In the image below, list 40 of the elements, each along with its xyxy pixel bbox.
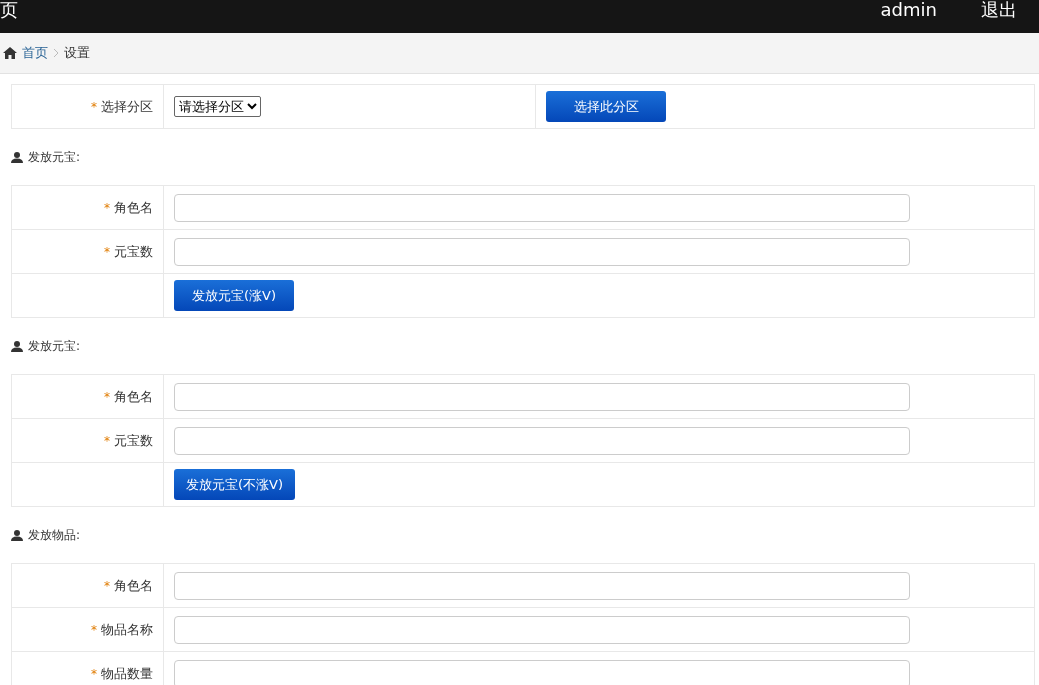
required-mark: * bbox=[91, 99, 97, 114]
input-field[interactable] bbox=[174, 659, 910, 685]
select-server-button[interactable]: 选择此分区 bbox=[546, 91, 666, 122]
field-label: 物品名称 bbox=[101, 620, 153, 639]
input-field[interactable] bbox=[174, 382, 910, 411]
required-mark: * bbox=[104, 389, 110, 404]
logout-link[interactable]: 退出 bbox=[981, 0, 1017, 22]
chevron-icon bbox=[53, 48, 59, 58]
required-mark: * bbox=[104, 200, 110, 215]
required-mark: * bbox=[91, 666, 97, 681]
input-field[interactable] bbox=[174, 237, 910, 266]
field-label: 角色名 bbox=[114, 576, 153, 595]
home-icon bbox=[3, 47, 17, 59]
field-label: 角色名 bbox=[114, 387, 153, 406]
required-mark: * bbox=[91, 622, 97, 637]
home-link[interactable]: 首页 bbox=[22, 44, 48, 62]
input-field[interactable] bbox=[174, 571, 910, 600]
breadcrumb-current: 设置 bbox=[64, 44, 90, 62]
section-title: 发放物品: bbox=[28, 526, 81, 544]
section-title: 发放元宝: bbox=[28, 148, 81, 166]
submit-button[interactable]: 发放元宝(不涨V) bbox=[174, 469, 296, 500]
section-title: 发放元宝: bbox=[28, 337, 81, 355]
username: admin bbox=[880, 0, 937, 20]
field-label: 角色名 bbox=[114, 198, 153, 217]
site-title: 页 bbox=[0, 0, 18, 22]
submit-button[interactable]: 发放元宝(涨V) bbox=[174, 280, 294, 311]
field-label: 选择分区 bbox=[101, 97, 153, 116]
input-field[interactable] bbox=[174, 193, 910, 222]
user-icon bbox=[11, 340, 23, 352]
server-select[interactable]: 请选择分区 bbox=[174, 96, 261, 117]
user-icon bbox=[11, 151, 23, 163]
input-field[interactable] bbox=[174, 426, 910, 455]
required-mark: * bbox=[104, 578, 110, 593]
field-label: 物品数量 bbox=[101, 664, 153, 683]
required-mark: * bbox=[104, 433, 110, 448]
required-mark: * bbox=[104, 244, 110, 259]
field-label: 元宝数 bbox=[114, 242, 153, 261]
user-icon bbox=[11, 529, 23, 541]
input-field[interactable] bbox=[174, 615, 910, 644]
field-label: 元宝数 bbox=[114, 431, 153, 450]
